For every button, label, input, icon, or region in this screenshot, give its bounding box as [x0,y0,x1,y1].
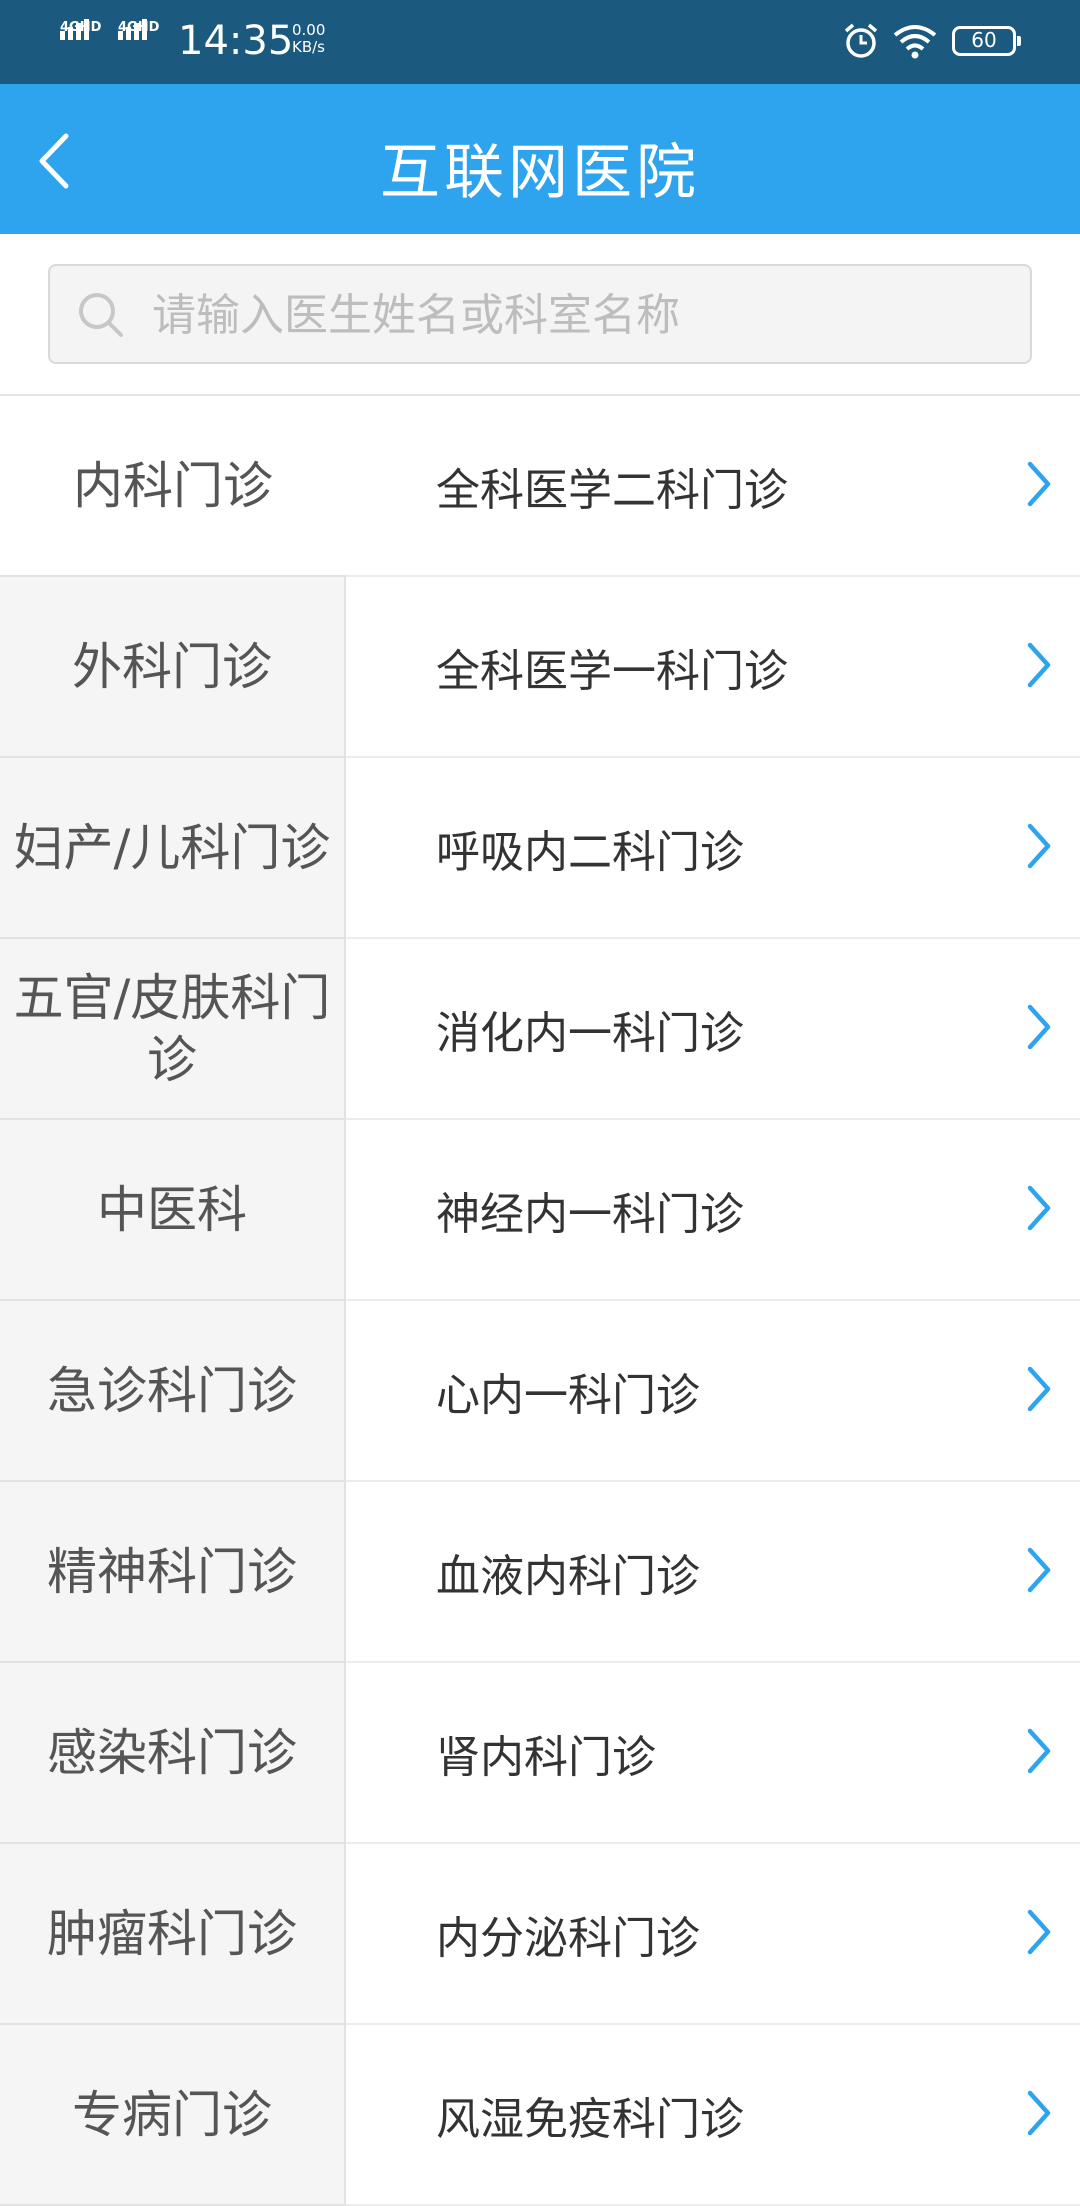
list-item[interactable]: 风湿免疫科门诊 [346,2025,1080,2206]
department-label: 全科医学一科门诊 [436,645,788,697]
category-sidebar: 内科门诊 外科门诊 妇产/儿科门诊 五官/皮肤科门诊 中医科 急诊科门诊 精神科… [0,396,346,2206]
category-label: 五官/皮肤科门诊 [13,968,331,1089]
chevron-right-icon [1027,461,1051,507]
chevron-right-icon [1027,1547,1051,1593]
category-label: 妇产/儿科门诊 [13,818,331,877]
category-item-emergency[interactable]: 急诊科门诊 [0,1301,346,1482]
alarm-clock-icon [844,23,878,58]
category-label: 肿瘤科门诊 [47,1904,297,1963]
wifi-icon [893,25,937,59]
category-label: 精神科门诊 [47,1542,297,1601]
department-list: 全科医学二科门诊 全科医学一科门诊 呼吸内二科门诊 消化内一科门诊 神经内一科门… [346,396,1080,2206]
battery-level: 60 [971,28,997,52]
category-item-tcm[interactable]: 中医科 [0,1120,346,1301]
category-label: 专病门诊 [72,2085,272,2144]
category-item-obstetrics-pediatrics[interactable]: 妇产/儿科门诊 [0,758,346,939]
department-label: 神经内一科门诊 [436,1188,744,1240]
list-item[interactable]: 消化内一科门诊 [346,939,1080,1120]
list-item[interactable]: 内分泌科门诊 [346,1844,1080,2025]
category-item-surgery[interactable]: 外科门诊 [0,577,346,758]
department-label: 全科医学二科门诊 [436,464,788,516]
department-label: 呼吸内二科门诊 [436,826,744,878]
app-header: 互联网医院 [0,84,1080,234]
chevron-right-icon [1027,823,1051,869]
chevron-right-icon [1027,1909,1051,1955]
department-label: 肾内科门诊 [436,1731,656,1783]
list-item[interactable]: 神经内一科门诊 [346,1120,1080,1301]
department-label: 心内一科门诊 [436,1369,700,1421]
list-item[interactable]: 血液内科门诊 [346,1482,1080,1663]
chevron-right-icon [1027,1728,1051,1774]
search-input[interactable] [150,266,1014,364]
category-label: 中医科 [97,1180,247,1239]
list-item[interactable]: 全科医学一科门诊 [346,577,1080,758]
category-item-oncology[interactable]: 肿瘤科门诊 [0,1844,346,2025]
category-item-ent-dermatology[interactable]: 五官/皮肤科门诊 [0,939,346,1120]
clock: 14:35 [178,18,294,64]
chevron-right-icon [1027,1366,1051,1412]
chevron-right-icon [1027,1185,1051,1231]
network-speed: 0.00 KB/s [292,22,325,56]
list-item[interactable]: 心内一科门诊 [346,1301,1080,1482]
category-item-infectious[interactable]: 感染科门诊 [0,1663,346,1844]
list-item[interactable]: 全科医学二科门诊 [346,396,1080,577]
category-label: 外科门诊 [72,637,272,696]
speed-value: 0.00 [292,21,326,39]
chevron-right-icon [1027,1004,1051,1050]
list-item[interactable]: 肾内科门诊 [346,1663,1080,1844]
battery-icon: 60 [952,26,1021,56]
page-title: 互联网医院 [380,138,700,208]
category-label: 感染科门诊 [47,1723,297,1782]
department-label: 风湿免疫科门诊 [436,2093,744,2145]
speed-unit: KB/s [292,38,325,56]
category-item-internal-medicine[interactable]: 内科门诊 [0,396,346,577]
chevron-right-icon [1027,2090,1051,2136]
chevron-right-icon [1027,642,1051,688]
category-item-specialty[interactable]: 专病门诊 [0,2025,346,2206]
search-bar [0,234,1080,396]
department-label: 内分泌科门诊 [436,1912,700,1964]
status-bar: 4GHD 4GHD 14:35 0.00 KB/s 60 [0,0,1080,84]
search-icon [79,293,123,337]
department-label: 血液内科门诊 [436,1550,700,1602]
department-label: 消化内一科门诊 [436,1007,744,1059]
category-label: 急诊科门诊 [47,1361,297,1420]
category-label: 内科门诊 [73,456,273,515]
search-box[interactable] [48,264,1032,364]
category-item-psychiatry[interactable]: 精神科门诊 [0,1482,346,1663]
list-item[interactable]: 呼吸内二科门诊 [346,758,1080,939]
